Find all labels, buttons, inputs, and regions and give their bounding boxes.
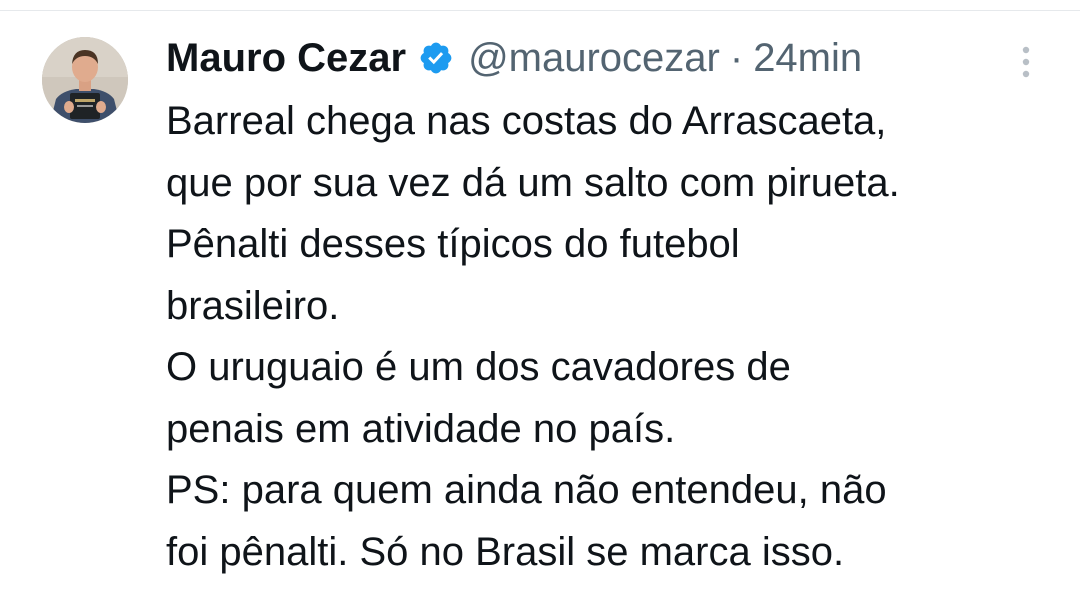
tweet[interactable]: Mauro Cezar @maurocezar · 24min Barreal …: [0, 11, 1080, 591]
separator-dot: ·: [729, 35, 744, 80]
display-name[interactable]: Mauro Cezar: [166, 36, 406, 81]
tweet-text-line: PS: para quem ainda não entendeu, não: [166, 468, 887, 512]
tweet-text: Barreal chega nas costas do Arrascaeta, …: [166, 91, 1066, 583]
tweet-text-line: Pênalti desses típicos do futebol: [166, 222, 740, 266]
tweet-text-line: penais em atividade no país.: [166, 406, 676, 451]
avatar[interactable]: [42, 37, 128, 123]
tweet-text-line: brasileiro.: [166, 283, 340, 328]
verified-badge-icon[interactable]: [418, 40, 454, 76]
tweet-text-line: Barreal chega nas costas do Arrascaeta,: [166, 99, 887, 143]
tweet-text-line: O uruguaio é um dos cavadores de: [166, 345, 791, 389]
tweet-text-line: que por sua vez dá um salto com pirueta.: [166, 160, 900, 205]
more-vertical-icon[interactable]: [1012, 41, 1040, 83]
tweet-header: Mauro Cezar @maurocezar · 24min: [166, 33, 862, 83]
avatar-photo: [42, 37, 128, 123]
timestamp[interactable]: 24min: [753, 36, 862, 81]
tweet-text-line: foi pênalti. Só no Brasil se marca isso.: [166, 529, 845, 574]
author-handle[interactable]: @maurocezar: [468, 36, 720, 81]
